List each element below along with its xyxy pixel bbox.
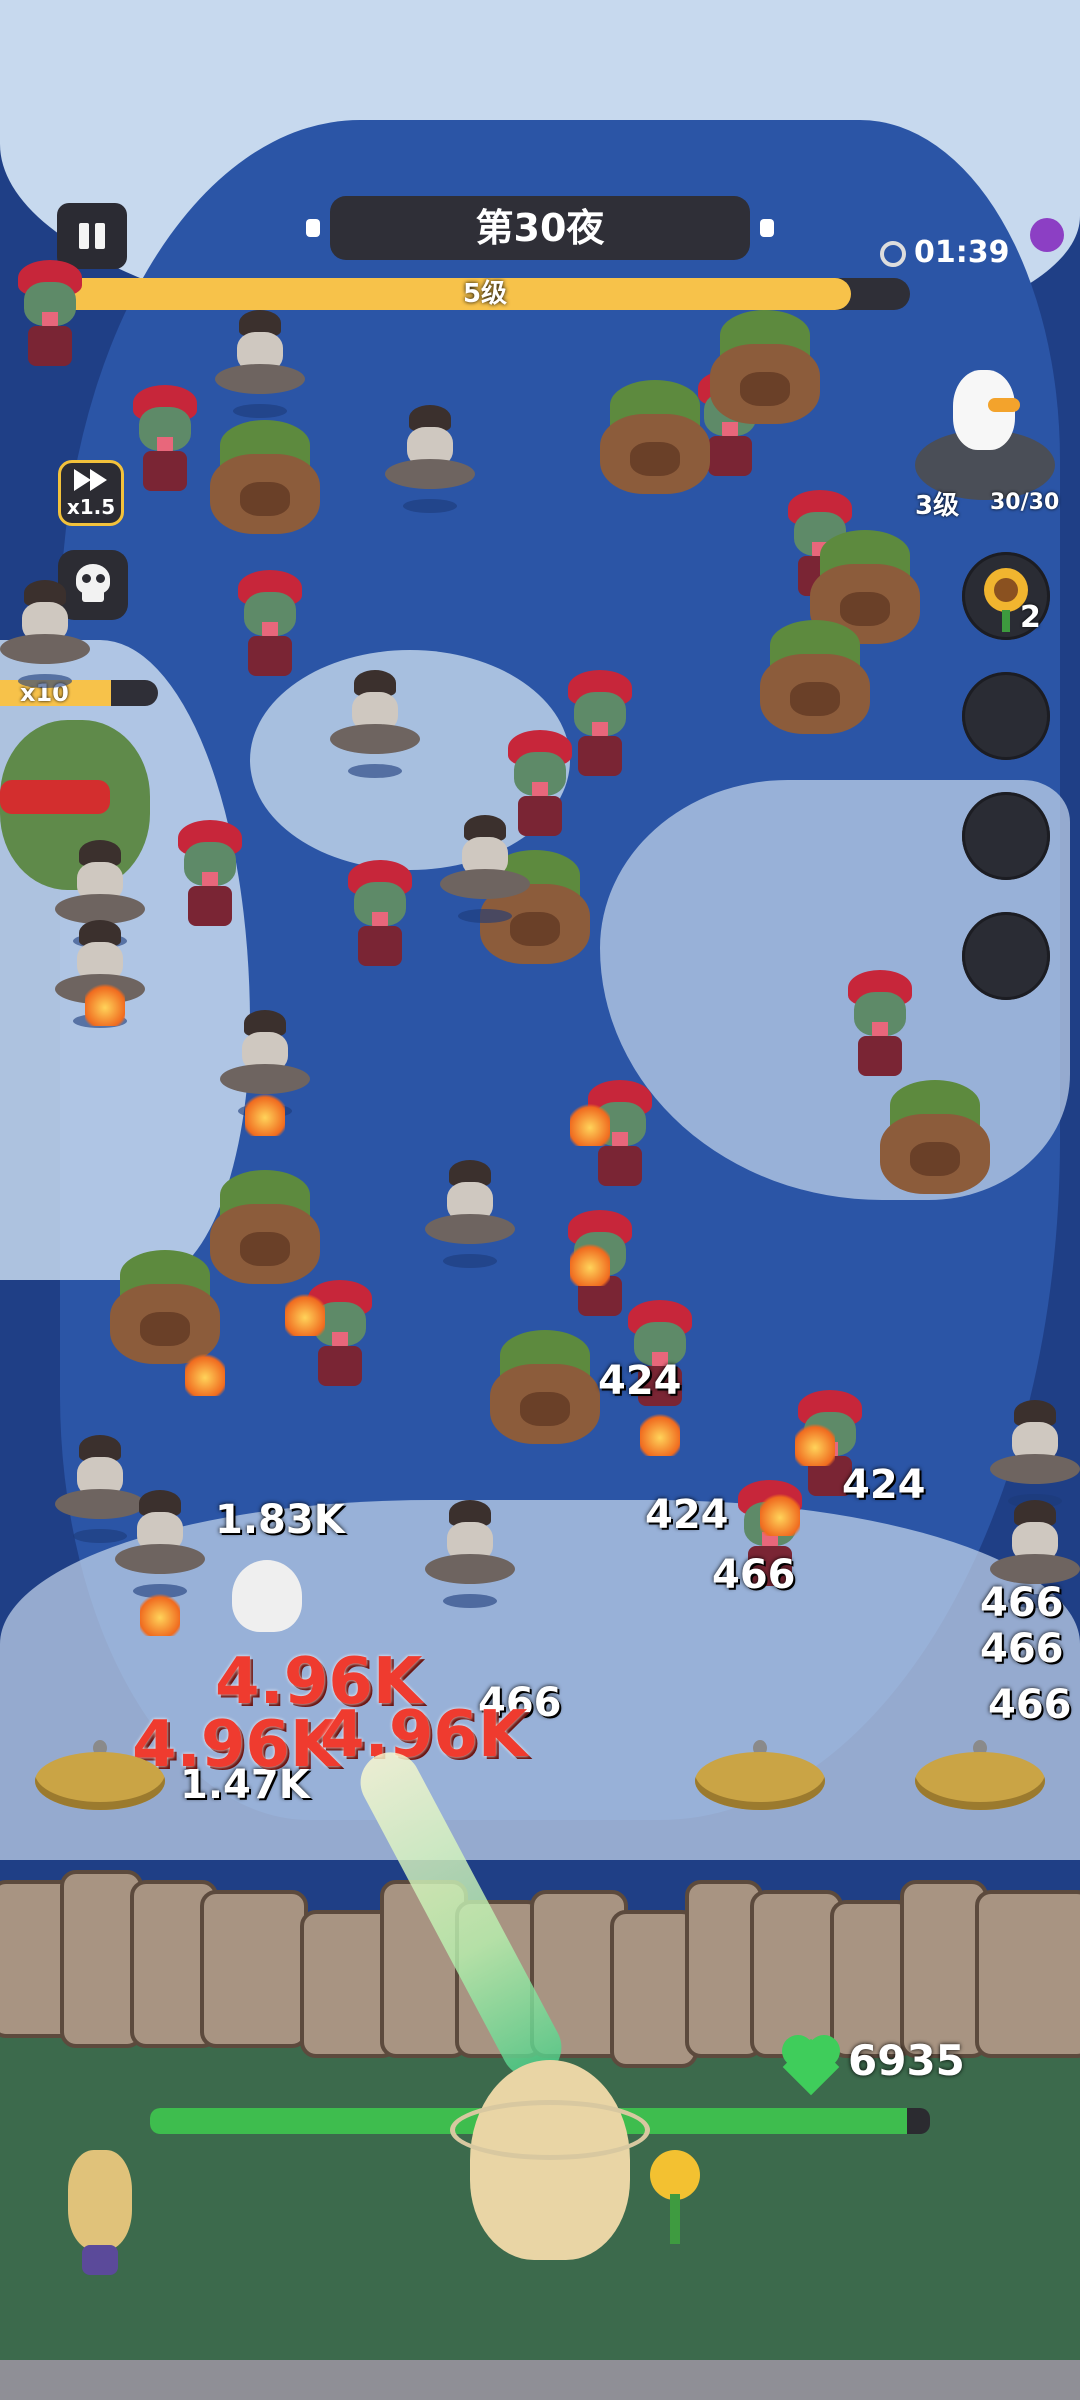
fire-effect bbox=[570, 1240, 610, 1286]
enemy-ufo-mushroom bbox=[425, 1500, 515, 1610]
skill-slot-empty[interactable] bbox=[962, 672, 1050, 760]
floating-skull-icon bbox=[232, 1560, 302, 1632]
potato-mine bbox=[915, 1740, 1045, 1810]
timer: 01:39 bbox=[880, 230, 1030, 276]
fire-effect bbox=[640, 1410, 680, 1456]
plate-dot-left bbox=[306, 219, 320, 237]
damage-number: 1.83K bbox=[215, 1497, 345, 1543]
damage-number: 466 bbox=[712, 1552, 796, 1598]
enemy-ufo-mushroom bbox=[425, 1160, 515, 1270]
night-title: 第30夜 bbox=[330, 196, 750, 260]
speed-label: x1.5 bbox=[66, 495, 116, 519]
fire-effect bbox=[285, 1290, 325, 1336]
enemy-zombie bbox=[340, 860, 420, 970]
fire-effect bbox=[245, 1090, 285, 1136]
fire-effect bbox=[570, 1100, 610, 1146]
timer-text: 01:39 bbox=[914, 235, 1010, 270]
damage-number: 466 bbox=[980, 1580, 1064, 1626]
chick-icon bbox=[953, 370, 1020, 450]
potion-icon bbox=[1030, 218, 1064, 252]
fire-effect bbox=[185, 1350, 225, 1396]
damage-number: 466 bbox=[980, 1626, 1064, 1672]
enemy-zombie bbox=[10, 260, 90, 370]
pause-icon-bar bbox=[95, 223, 105, 249]
skill-slot-empty[interactable] bbox=[962, 792, 1050, 880]
helper-character bbox=[60, 2150, 140, 2280]
hero-character[interactable] bbox=[450, 2060, 650, 2270]
enemy-zombie bbox=[840, 970, 920, 1080]
speed-button[interactable]: x1.5 bbox=[58, 460, 124, 526]
skill-slot-empty[interactable] bbox=[962, 912, 1050, 1000]
potato-mine bbox=[695, 1740, 825, 1810]
base-hp: 6935 bbox=[848, 2036, 965, 2085]
damage-number: 424 bbox=[842, 1462, 926, 1508]
enemy-zombie bbox=[170, 820, 250, 930]
pet-level: 3级 bbox=[915, 491, 960, 521]
enemy-capybara bbox=[700, 310, 830, 430]
enemy-capybara bbox=[870, 1080, 1000, 1200]
enemy-capybara bbox=[750, 620, 880, 740]
level-progress-bar: 5级 bbox=[60, 278, 910, 310]
enemy-ufo-mushroom bbox=[115, 1490, 205, 1600]
pet-count: 30/30 bbox=[990, 490, 1060, 515]
enemy-ufo-mushroom bbox=[215, 310, 305, 420]
enemy-capybara bbox=[480, 1330, 610, 1450]
enemy-ufo-mushroom bbox=[330, 670, 420, 780]
enemy-ufo-mushroom bbox=[990, 1400, 1080, 1510]
heart-icon bbox=[782, 2035, 840, 2096]
damage-number: 466 bbox=[988, 1682, 1072, 1728]
fast-forward-icon bbox=[74, 469, 108, 491]
enemy-ufo-mushroom bbox=[440, 815, 530, 925]
damage-number: 424 bbox=[645, 1492, 729, 1538]
potato-mine bbox=[35, 1740, 165, 1810]
fire-effect bbox=[795, 1420, 835, 1466]
fire-effect bbox=[85, 980, 125, 1026]
enemy-zombie bbox=[230, 570, 310, 680]
clock-icon bbox=[880, 240, 906, 267]
path bbox=[0, 2360, 1080, 2400]
level-label: 5级 bbox=[462, 279, 508, 309]
critical-damage-number: 4.96K bbox=[320, 1698, 528, 1772]
sunflower-plant bbox=[640, 2150, 710, 2250]
sunflower-count: 2 bbox=[1020, 600, 1041, 635]
pause-icon bbox=[79, 223, 89, 249]
fire-effect bbox=[140, 1590, 180, 1636]
enemy-capybara bbox=[200, 420, 330, 540]
plate-dot-right bbox=[760, 219, 774, 237]
enemy-ufo-mushroom bbox=[0, 580, 90, 690]
damage-number: 424 bbox=[598, 1358, 682, 1404]
enemy-ufo-mushroom bbox=[385, 405, 475, 515]
enemy-zombie bbox=[125, 385, 205, 495]
fire-effect bbox=[760, 1490, 800, 1536]
